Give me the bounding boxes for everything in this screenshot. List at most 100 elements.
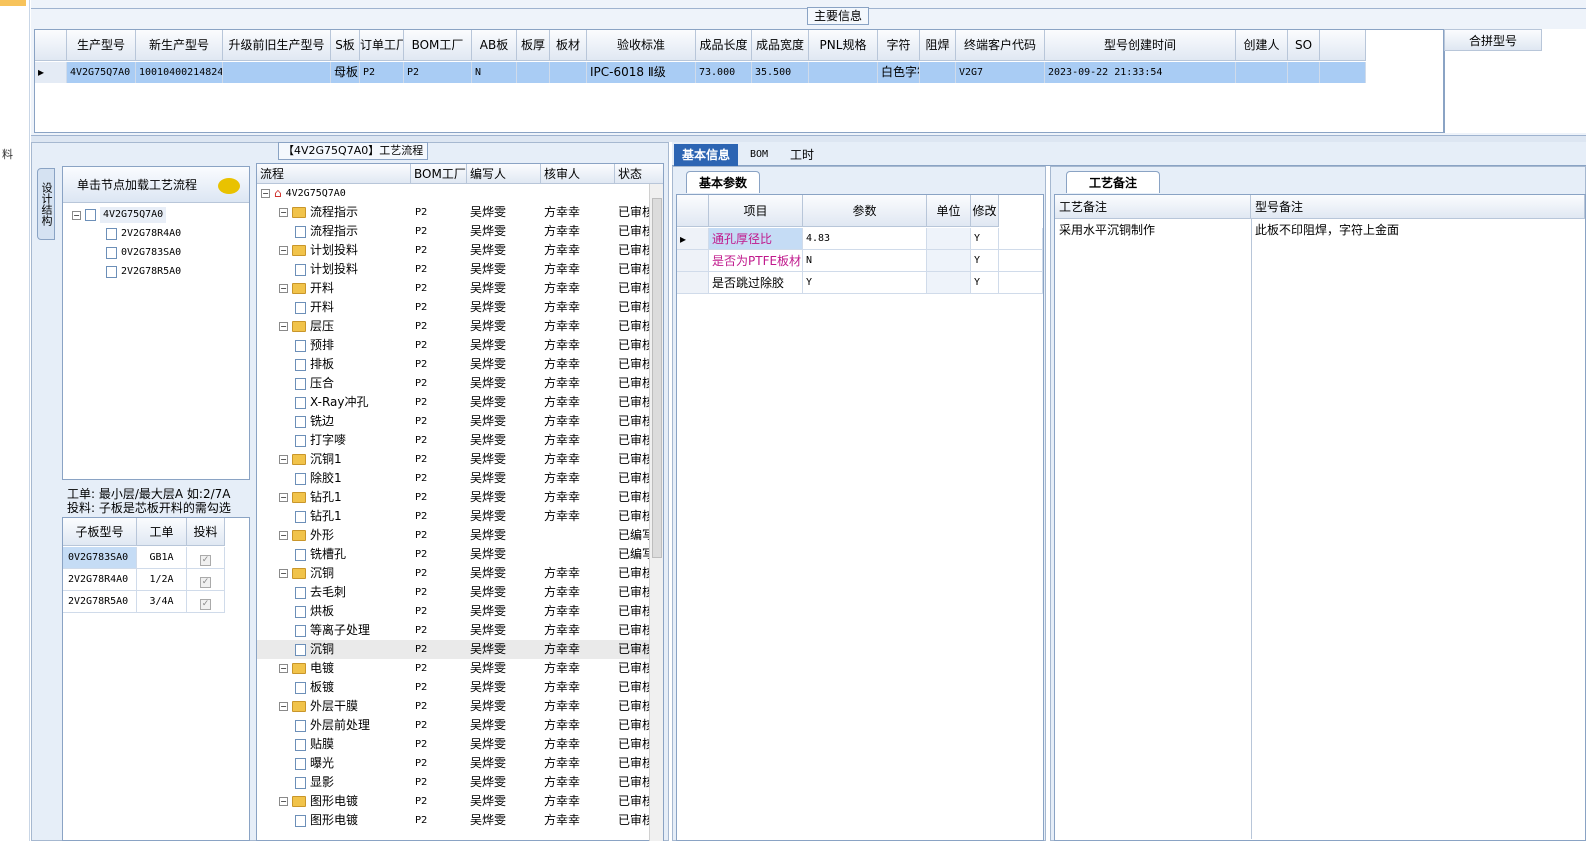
flow-row[interactable]: 贴膜 P2 吴烨雯 方幸幸 已审核	[257, 735, 653, 754]
tree-node[interactable]: −4V2G75Q7A0	[72, 207, 167, 223]
collapse-icon[interactable]: −	[279, 702, 288, 711]
flow-row[interactable]: − 图形电镀 P2 吴烨雯 方幸幸 已审核	[257, 792, 653, 811]
flow-col-reviewer[interactable]: 核审人	[541, 164, 615, 184]
sub-board-row[interactable]: 2V2G78R4A0 1/2A ✓	[63, 569, 225, 591]
main-col-header[interactable]: 新生产型号	[136, 30, 223, 61]
process-remark-header[interactable]: 工艺备注	[1055, 195, 1251, 219]
feed-checkbox[interactable]: ✓	[200, 577, 211, 588]
merge-model-header[interactable]: 合拼型号	[1444, 29, 1542, 51]
sub-order-cell[interactable]: GB1A	[137, 547, 187, 569]
param-row[interactable]: 是否为PTFE板材 N Y	[677, 250, 1043, 272]
main-col-header[interactable]: S板	[331, 30, 360, 61]
main-cell[interactable]: 2023-09-22 21:33:54	[1045, 62, 1236, 83]
scroll-thumb[interactable]	[652, 198, 662, 558]
feed-checkbox-cell[interactable]: ✓	[187, 569, 225, 591]
collapse-icon[interactable]: −	[279, 531, 288, 540]
main-col-header[interactable]: 板材	[550, 30, 587, 61]
param-row[interactable]: 是否跳过除胶 Y Y	[677, 272, 1043, 294]
param-col-value[interactable]: 参数	[803, 195, 927, 227]
tree-node[interactable]: 2V2G78R4A0	[106, 226, 181, 242]
collapse-icon[interactable]: −	[261, 189, 270, 198]
main-col-header[interactable]: 成品宽度	[752, 30, 809, 61]
flow-root-row[interactable]: − ⌂ 4V2G75Q7A0	[257, 184, 653, 203]
flow-row[interactable]: − 流程指示 P2 吴烨雯 方幸幸 已审核	[257, 203, 653, 222]
main-col-header[interactable]: BOM工厂	[404, 30, 472, 61]
main-cell[interactable]: N	[472, 62, 517, 83]
main-col-header[interactable]: 阻焊	[920, 30, 956, 61]
sub-board-row[interactable]: 2V2G78R5A0 3/4A ✓	[63, 591, 225, 613]
main-cell[interactable]: 73.000	[696, 62, 752, 83]
main-cell[interactable]	[809, 62, 878, 83]
flow-row[interactable]: − 层压 P2 吴烨雯 方幸幸 已审核	[257, 317, 653, 336]
sub-board-row[interactable]: 0V2G783SA0 GB1A ✓	[63, 547, 225, 569]
tree-node[interactable]: 0V2G783SA0	[106, 245, 181, 261]
flow-row[interactable]: 开料 P2 吴烨雯 方幸幸 已审核	[257, 298, 653, 317]
collapse-icon[interactable]: −	[279, 455, 288, 464]
param-row[interactable]: ▸ 通孔厚径比 4.83 Y	[677, 228, 1043, 250]
collapse-icon[interactable]: −	[279, 664, 288, 673]
flow-row[interactable]: 板镀 P2 吴烨雯 方幸幸 已审核	[257, 678, 653, 697]
flow-row[interactable]: 铣边 P2 吴烨雯 方幸幸 已审核	[257, 412, 653, 431]
main-col-header[interactable]: 型号创建时间	[1045, 30, 1236, 61]
tab-worktime[interactable]: 工时	[782, 144, 822, 166]
main-cell[interactable]	[550, 62, 587, 83]
main-col-header[interactable]: SO	[1288, 30, 1320, 61]
tab-basic-info[interactable]: 基本信息	[674, 144, 739, 166]
param-value-cell[interactable]: N	[803, 250, 927, 272]
sub-col-order[interactable]: 工单	[137, 518, 187, 546]
main-cell[interactable]	[517, 62, 550, 83]
flow-row[interactable]: 显影 P2 吴烨雯 方幸幸 已审核	[257, 773, 653, 792]
flow-row[interactable]: 等离子处理 P2 吴烨雯 方幸幸 已审核	[257, 621, 653, 640]
flow-col-bom[interactable]: BOM工厂	[411, 164, 467, 184]
flow-row[interactable]: 去毛刺 P2 吴烨雯 方幸幸 已审核	[257, 583, 653, 602]
flow-row[interactable]: 流程指示 P2 吴烨雯 方幸幸 已审核	[257, 222, 653, 241]
main-col-header[interactable]: PNL规格	[809, 30, 878, 61]
flow-row[interactable]: 排板 P2 吴烨雯 方幸幸 已审核	[257, 355, 653, 374]
design-structure-tab[interactable]: 设计结构	[37, 168, 55, 240]
feed-checkbox-cell[interactable]: ✓	[187, 591, 225, 613]
param-col-item[interactable]: 项目	[709, 195, 803, 227]
left-strip-tab[interactable]	[0, 0, 26, 6]
flow-row[interactable]: − 外层干膜 P2 吴烨雯 方幸幸 已审核	[257, 697, 653, 716]
main-col-header[interactable]: 生产型号	[67, 30, 136, 61]
main-col-header[interactable]: AB板	[472, 30, 517, 61]
flow-row[interactable]: − 沉铜 P2 吴烨雯 方幸幸 已审核	[257, 564, 653, 583]
main-col-header[interactable]: 终端客户代码	[956, 30, 1045, 61]
flow-row[interactable]: 外层前处理 P2 吴烨雯 方幸幸 已审核	[257, 716, 653, 735]
flow-row[interactable]: 曝光 P2 吴烨雯 方幸幸 已审核	[257, 754, 653, 773]
sub-col-feed[interactable]: 投料	[187, 518, 225, 546]
main-cell[interactable]: 35.500	[752, 62, 809, 83]
flow-vertical-scrollbar[interactable]	[649, 184, 663, 841]
flow-col-name[interactable]: 流程	[257, 164, 411, 184]
main-cell[interactable]: 白色字符	[878, 62, 920, 83]
main-col-header[interactable]: 创建人	[1236, 30, 1288, 61]
main-cell[interactable]	[1288, 62, 1320, 83]
main-cell[interactable]: 10010400214824	[136, 62, 223, 83]
flow-row[interactable]: − 电镀 P2 吴烨雯 方幸幸 已审核	[257, 659, 653, 678]
main-col-header[interactable]: 成品长度	[696, 30, 752, 61]
collapse-icon[interactable]: −	[279, 208, 288, 217]
main-cell[interactable]: P2	[360, 62, 404, 83]
flow-row[interactable]: X-Ray冲孔 P2 吴烨雯 方幸幸 已审核	[257, 393, 653, 412]
flow-row[interactable]: 沉铜 P2 吴烨雯 方幸幸 已审核	[257, 640, 653, 659]
feed-checkbox[interactable]: ✓	[200, 599, 211, 610]
collapse-icon[interactable]: −	[279, 284, 288, 293]
main-cell[interactable]	[920, 62, 956, 83]
flow-col-writer[interactable]: 编写人	[467, 164, 541, 184]
flow-row[interactable]: 图形电镀 P2 吴烨雯 方幸幸 已审核	[257, 811, 653, 830]
flow-row[interactable]: 计划投料 P2 吴烨雯 方幸幸 已审核	[257, 260, 653, 279]
main-col-header[interactable]: 订单工厂	[360, 30, 404, 61]
flow-row[interactable]: 钻孔1 P2 吴烨雯 方幸幸 已审核	[257, 507, 653, 526]
collapse-icon[interactable]: −	[279, 569, 288, 578]
collapse-icon[interactable]: −	[279, 797, 288, 806]
collapse-icon[interactable]: −	[72, 210, 81, 220]
main-cell[interactable]: V2G7	[956, 62, 1045, 83]
flow-row[interactable]: 预排 P2 吴烨雯 方幸幸 已审核	[257, 336, 653, 355]
main-col-header[interactable]: 升级前旧生产型号	[223, 30, 331, 61]
tree-node[interactable]: 2V2G78R5A0	[106, 264, 181, 280]
main-cell[interactable]	[223, 62, 331, 83]
flow-row[interactable]: − 沉铜1 P2 吴烨雯 方幸幸 已审核	[257, 450, 653, 469]
main-cell[interactable]: P2	[404, 62, 472, 83]
model-remark-text[interactable]: 此板不印阻焊，字符上金面	[1255, 221, 1399, 238]
sub-order-cell[interactable]: 3/4A	[137, 591, 187, 613]
